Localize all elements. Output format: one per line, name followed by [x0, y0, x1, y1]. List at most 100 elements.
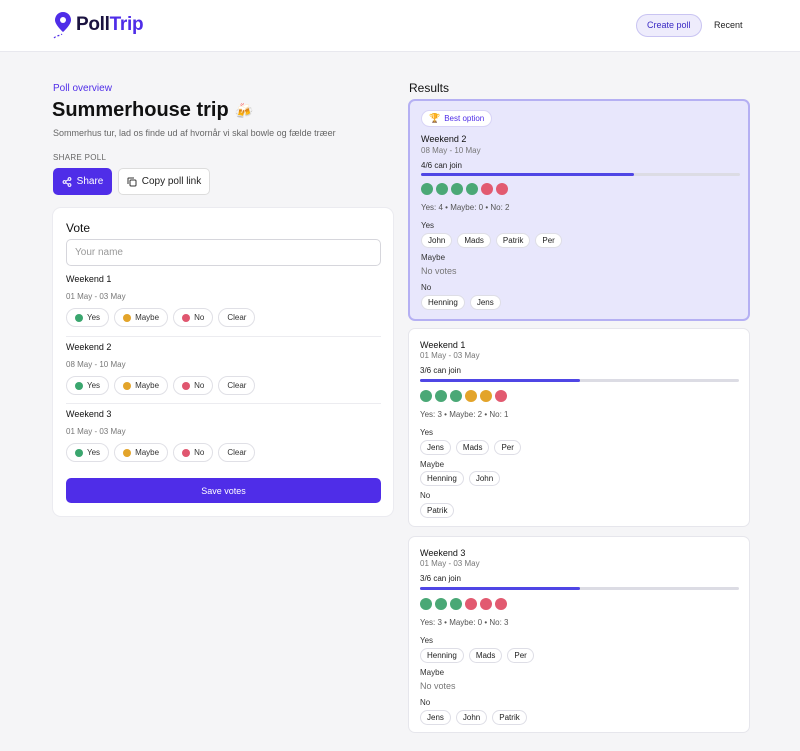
vote-maybe-label: Maybe: [135, 313, 160, 322]
no-chips: Henning Jens: [421, 295, 501, 310]
vote-maybe-button[interactable]: Maybe: [114, 443, 169, 462]
save-votes-button[interactable]: Save votes: [66, 478, 381, 503]
top-bar: PollTrip Create poll Recent: [0, 0, 800, 52]
name-input[interactable]: [66, 239, 381, 266]
voter-chip: Henning: [421, 295, 465, 310]
share-icon: [62, 176, 72, 187]
result-join-count: 3/6 can join: [420, 574, 461, 583]
yes-vote-dot-icon: [450, 598, 462, 610]
vote-dots: [420, 598, 507, 610]
yes-vote-dot-icon: [420, 390, 432, 402]
breadcrumb[interactable]: Poll overview: [53, 83, 112, 94]
vote-summary: Yes: 3 • Maybe: 0 • No: 3: [420, 618, 509, 627]
vote-yes-button[interactable]: Yes: [66, 308, 110, 327]
voter-chip: John: [421, 233, 453, 248]
yes-heading: Yes: [421, 221, 435, 230]
yes-vote-dot-icon: [420, 598, 432, 610]
beer-icon: 🍻: [234, 102, 254, 120]
vote-card: Vote Weekend 1 01 May - 03 May Yes Maybe…: [52, 207, 394, 517]
result-date: 08 May - 10 May: [421, 146, 481, 155]
vote-option-name: Weekend 1: [66, 274, 112, 284]
logo[interactable]: PollTrip: [52, 11, 144, 39]
yes-vote-dot-icon: [450, 390, 462, 402]
yes-vote-dot-icon: [466, 183, 478, 195]
vote-clear-button[interactable]: Clear: [218, 443, 256, 462]
result-card-best: 🏆 Best option Weekend 2 08 May - 10 May …: [408, 99, 750, 321]
vote-maybe-label: Maybe: [135, 448, 160, 457]
logo-text: PollTrip: [76, 14, 144, 36]
maybe-vote-dot-icon: [465, 390, 477, 402]
vote-yes-button[interactable]: Yes: [66, 376, 110, 395]
map-pin-icon: [53, 12, 71, 39]
voter-chip: John: [455, 710, 488, 725]
page-title-text: Summerhouse trip: [52, 99, 229, 121]
yes-vote-dot-icon: [421, 183, 433, 195]
no-chips: Patrik: [420, 503, 455, 518]
vote-yes-label: Yes: [87, 448, 101, 457]
copy-link-button[interactable]: Copy poll link: [118, 168, 210, 195]
no-vote-dot-icon: [465, 598, 477, 610]
share-label: Share: [76, 176, 104, 187]
yes-dot-icon: [75, 381, 83, 390]
voter-chip: Patrik: [420, 503, 455, 518]
no-dot-icon: [182, 448, 191, 457]
trophy-icon: 🏆: [429, 113, 441, 123]
voter-chip: Mads: [455, 440, 490, 455]
poll-description: Sommerhus tur, lad os finde ud af hvornå…: [53, 128, 336, 138]
logo-text-poll: Poll: [76, 14, 110, 35]
result-name: Weekend 1: [420, 340, 466, 350]
yes-vote-dot-icon: [436, 183, 448, 195]
vote-clear-label: Clear: [227, 448, 247, 457]
no-vote-dot-icon: [480, 598, 492, 610]
voter-chip: Mads: [457, 233, 491, 248]
voter-chip: Patrik: [492, 710, 527, 725]
no-vote-dot-icon: [496, 183, 508, 195]
recent-button[interactable]: Recent: [708, 14, 749, 37]
vote-no-label: No: [194, 448, 205, 457]
result-join-count: 3/6 can join: [420, 366, 461, 375]
voter-chip: Jens: [420, 440, 451, 455]
vote-no-button[interactable]: No: [173, 443, 214, 462]
copy-link-label: Copy poll link: [141, 176, 202, 187]
progress-bar: [420, 379, 739, 382]
vote-dots: [420, 390, 507, 402]
no-heading: No: [420, 491, 431, 500]
vote-no-button[interactable]: No: [173, 376, 214, 395]
vote-maybe-label: Maybe: [135, 381, 160, 390]
voter-chip: Henning: [420, 648, 464, 663]
yes-dot-icon: [75, 448, 83, 457]
voter-chip: Per: [535, 233, 562, 248]
vote-clear-label: Clear: [227, 313, 247, 322]
no-vote-dot-icon: [481, 183, 493, 195]
vote-dots: [421, 183, 508, 195]
best-option-label: Best option: [444, 114, 485, 123]
maybe-vote-dot-icon: [480, 390, 492, 402]
progress-fill: [420, 587, 580, 590]
progress-bar: [421, 173, 740, 176]
voter-chip: Patrik: [495, 233, 531, 248]
maybe-dot-icon: [123, 381, 132, 390]
maybe-heading: Maybe: [420, 668, 445, 677]
result-date: 01 May - 03 May: [420, 559, 480, 568]
voter-chip: Jens: [469, 295, 501, 310]
vote-summary: Yes: 4 • Maybe: 0 • No: 2: [421, 203, 510, 212]
yes-chips: Henning Mads Per: [420, 648, 534, 663]
share-button[interactable]: Share: [53, 168, 112, 195]
create-poll-button[interactable]: Create poll: [636, 14, 702, 37]
vote-maybe-button[interactable]: Maybe: [114, 376, 169, 395]
vote-clear-button[interactable]: Clear: [218, 308, 256, 327]
best-option-badge: 🏆 Best option: [421, 110, 493, 127]
result-card: Weekend 3 01 May - 03 May 3/6 can join Y…: [408, 536, 750, 733]
vote-maybe-button[interactable]: Maybe: [114, 308, 169, 327]
vote-no-button[interactable]: No: [173, 308, 214, 327]
share-heading: SHARE POLL: [53, 153, 107, 162]
vote-clear-button[interactable]: Clear: [218, 376, 256, 395]
vote-yes-button[interactable]: Yes: [66, 443, 110, 462]
yes-chips: John Mads Patrik Per: [421, 233, 562, 248]
result-name: Weekend 3: [420, 548, 466, 558]
yes-heading: Yes: [420, 636, 434, 645]
maybe-heading: Maybe: [421, 253, 446, 262]
no-heading: No: [421, 283, 432, 292]
yes-vote-dot-icon: [435, 598, 447, 610]
no-vote-dot-icon: [495, 390, 507, 402]
